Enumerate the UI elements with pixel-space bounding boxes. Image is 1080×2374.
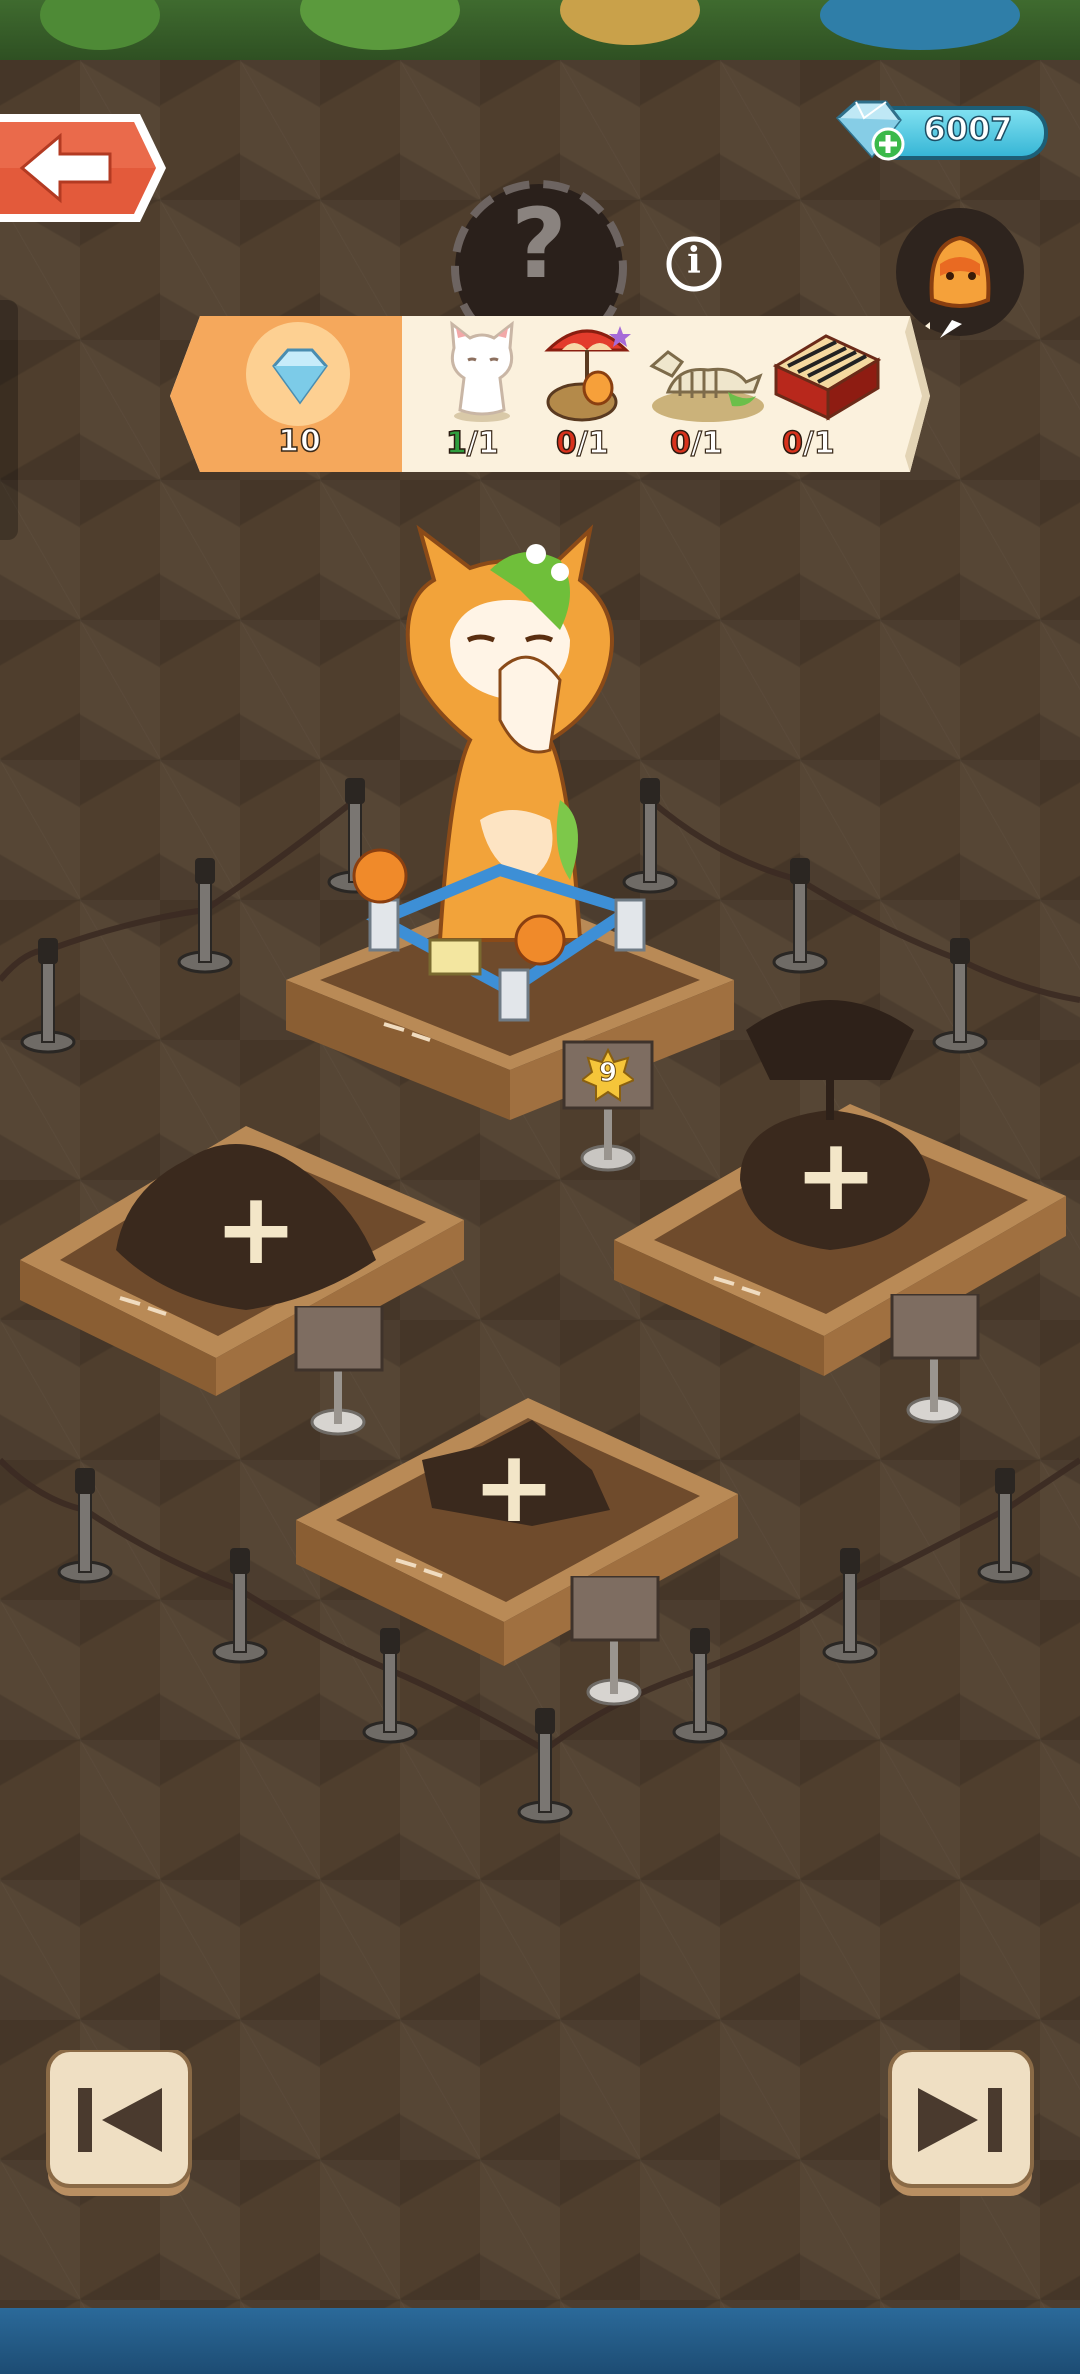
mystery-collection-badge[interactable]: ? bbox=[448, 180, 630, 356]
add-exhibit-plus-icon: + bbox=[794, 1116, 878, 1233]
chick-left-icon bbox=[352, 848, 408, 904]
rope-post-icon bbox=[212, 1548, 268, 1664]
label-card-icon bbox=[428, 938, 482, 976]
add-exhibit-plus-icon: + bbox=[214, 1170, 298, 1287]
item-collected-count: 1 bbox=[445, 425, 467, 462]
info-icon: i bbox=[687, 240, 701, 282]
item-count-fossil-skeleton: 0/1 bbox=[669, 425, 723, 462]
item-total-count: /1 bbox=[802, 425, 835, 461]
rope-post-icon bbox=[177, 858, 233, 974]
item-count-red-piano: 0/1 bbox=[781, 425, 835, 462]
gem-counter[interactable]: 6007 bbox=[828, 100, 1048, 161]
fossil-skeleton-icon bbox=[649, 350, 764, 422]
chick-right-icon bbox=[514, 914, 566, 966]
rope-post-icon bbox=[977, 1468, 1033, 1584]
empty-pedestal-right[interactable]: + bbox=[610, 990, 1070, 1390]
rope-post-icon bbox=[20, 938, 76, 1054]
rope-post-icon bbox=[822, 1548, 878, 1664]
white-cat-icon bbox=[450, 320, 514, 422]
gem-reward-icon bbox=[272, 348, 328, 405]
back-button[interactable] bbox=[0, 108, 168, 228]
next-exhibit-button[interactable] bbox=[886, 2048, 1036, 2200]
orange-chick-icon bbox=[929, 235, 991, 308]
previous-exhibit-button[interactable] bbox=[44, 2048, 194, 2200]
umbrella-chick-icon bbox=[544, 326, 631, 422]
red-piano-icon bbox=[772, 334, 882, 421]
item-total-count: /1 bbox=[690, 425, 723, 461]
info-button[interactable]: i bbox=[664, 234, 724, 294]
empty-pedestal-left[interactable]: + bbox=[16, 1070, 466, 1400]
museum-scene: 6007 ? i 10 1/1 0/1 0/1 0/1 9 + + + bbox=[0, 0, 1080, 2374]
item-total-count: /1 bbox=[576, 425, 609, 461]
reward-amount: 10 bbox=[277, 423, 322, 460]
rope-post-icon bbox=[772, 858, 828, 974]
question-mark-icon: ? bbox=[511, 188, 567, 300]
empty-pedestal-front[interactable]: + bbox=[292, 1390, 742, 1680]
item-collected-count: 0 bbox=[555, 425, 577, 462]
item-total-count: /1 bbox=[466, 425, 499, 461]
item-count-umbrella-chick-figure: 0/1 bbox=[555, 425, 609, 462]
empty-signpost-right bbox=[888, 1292, 982, 1428]
gem-amount: 6007 bbox=[923, 109, 1014, 149]
empty-signpost-front bbox=[568, 1574, 662, 1710]
item-collected-count: 0 bbox=[781, 425, 803, 462]
item-collected-count: 0 bbox=[669, 425, 691, 462]
rope-post-icon bbox=[517, 1708, 573, 1824]
rope-post-icon bbox=[57, 1468, 113, 1584]
add-exhibit-plus-icon: + bbox=[472, 1428, 556, 1545]
item-count-white-cat-figure: 1/1 bbox=[445, 425, 499, 462]
